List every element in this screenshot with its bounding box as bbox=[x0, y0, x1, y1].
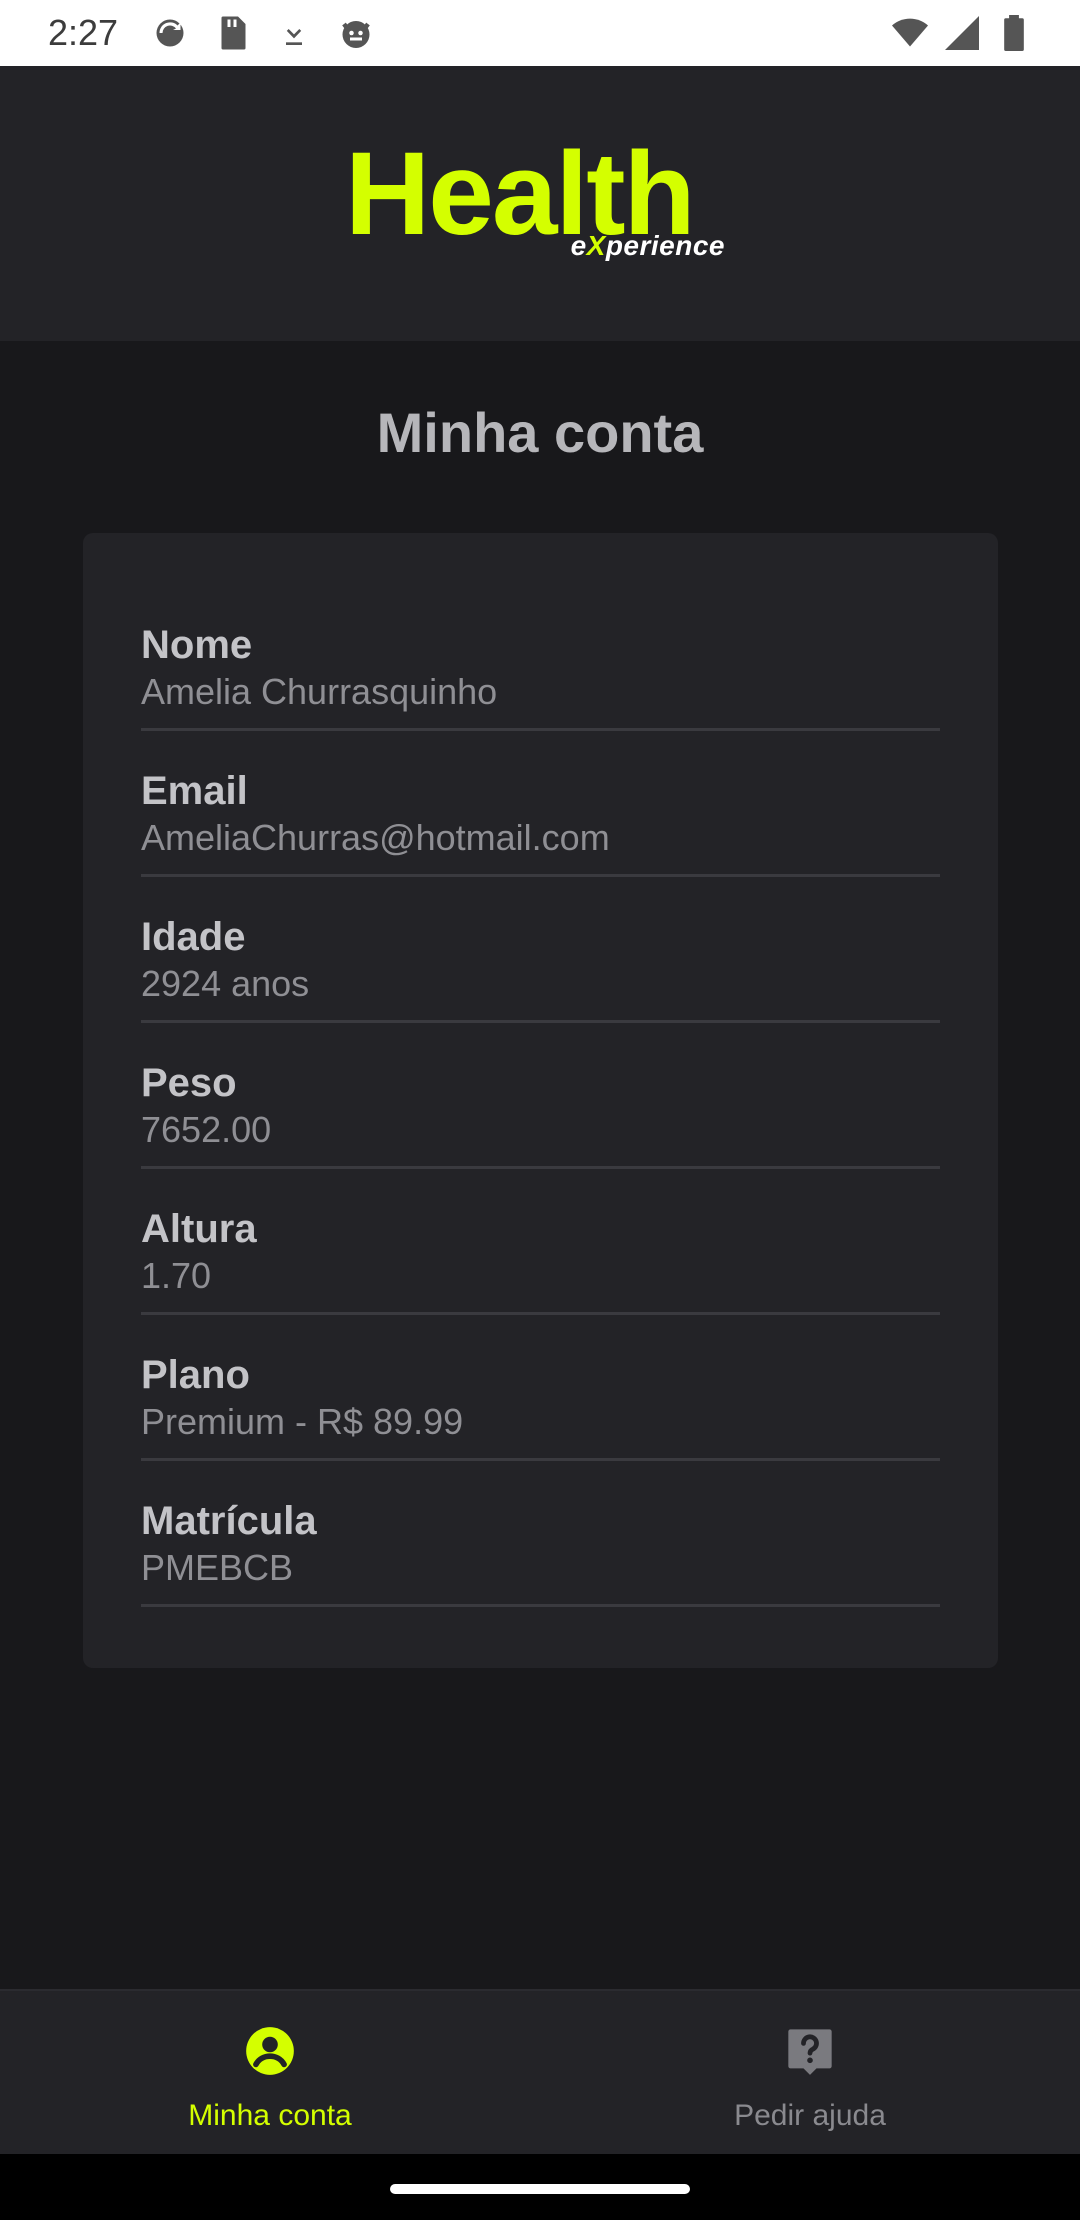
health-experience-logo: Health eXperience bbox=[345, 134, 735, 274]
app-header: Health eXperience bbox=[0, 66, 1080, 341]
field-value: PMEBCB bbox=[141, 1547, 294, 1588]
sync-icon bbox=[152, 15, 188, 51]
field-label: Idade bbox=[141, 915, 246, 959]
wifi-icon bbox=[892, 15, 928, 51]
account-info-card: Nome Amelia Churrasquinho Email AmeliaCh… bbox=[83, 533, 998, 1668]
nav-item-pedir-ajuda[interactable]: Pedir ajuda bbox=[540, 1991, 1080, 2154]
field-email: Email AmeliaChurras@hotmail.com bbox=[141, 731, 940, 877]
download-icon bbox=[276, 15, 312, 51]
field-value: 2924 anos bbox=[141, 963, 310, 1004]
cat-face-icon bbox=[338, 15, 374, 51]
field-value: 1.70 bbox=[141, 1255, 212, 1296]
battery-icon bbox=[996, 15, 1032, 51]
status-time: 2:27 bbox=[48, 12, 119, 53]
account-circle-icon bbox=[246, 2027, 294, 2075]
nav-item-minha-conta[interactable]: Minha conta bbox=[0, 1991, 540, 2154]
field-idade: Idade 2924 anos bbox=[141, 877, 940, 1023]
field-label: Plano bbox=[141, 1353, 250, 1397]
field-label: Email bbox=[141, 769, 248, 813]
field-label: Matrícula bbox=[141, 1499, 317, 1543]
signal-icon bbox=[944, 15, 980, 51]
help-icon bbox=[788, 2029, 832, 2075]
field-label: Altura bbox=[141, 1207, 257, 1251]
nav-label: Pedir ajuda bbox=[734, 2099, 886, 2132]
field-nome: Nome Amelia Churrasquinho bbox=[141, 623, 940, 731]
status-bar: 2:27 bbox=[0, 0, 1080, 66]
field-label: Nome bbox=[141, 623, 253, 667]
field-label: Peso bbox=[141, 1061, 237, 1105]
field-matricula: Matrícula PMEBCB bbox=[141, 1461, 940, 1607]
page-title: Minha conta bbox=[376, 401, 704, 464]
status-icons-right bbox=[892, 15, 1032, 51]
home-gesture-handle[interactable] bbox=[390, 2184, 690, 2194]
nav-label: Minha conta bbox=[188, 2099, 352, 2132]
bottom-navigation: Minha conta Pedir ajuda bbox=[0, 1989, 1080, 2154]
status-icons-left bbox=[152, 15, 374, 51]
sd-card-icon bbox=[214, 15, 250, 51]
field-plano: Plano Premium - R$ 89.99 bbox=[141, 1315, 940, 1461]
logo-sub-text: eXperience bbox=[570, 229, 725, 261]
field-value: 7652.00 bbox=[141, 1109, 272, 1150]
field-value: Amelia Churrasquinho bbox=[141, 671, 498, 712]
field-altura: Altura 1.70 bbox=[141, 1169, 940, 1315]
field-peso: Peso 7652.00 bbox=[141, 1023, 940, 1169]
field-value: Premium - R$ 89.99 bbox=[141, 1401, 464, 1442]
field-value: AmeliaChurras@hotmail.com bbox=[141, 817, 610, 858]
